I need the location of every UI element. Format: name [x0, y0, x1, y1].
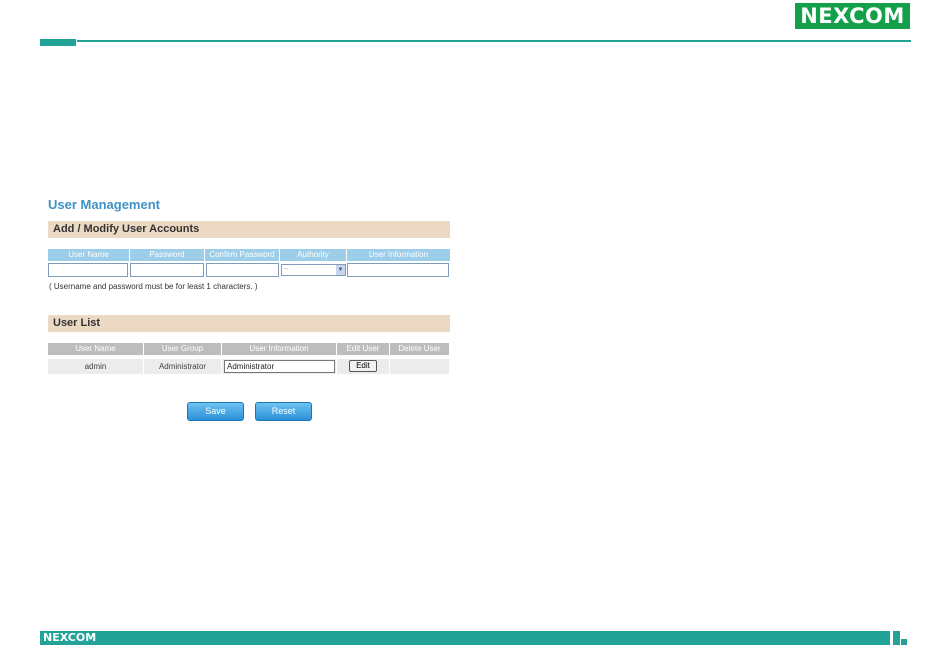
list-header-edit-user: Edit User: [337, 343, 389, 355]
edit-user-button[interactable]: Edit: [349, 360, 377, 372]
list-header-user-group: User Group: [144, 343, 221, 355]
chevron-down-icon[interactable]: ▼: [336, 265, 345, 275]
row-delete-cell: [390, 359, 449, 374]
col-header-confirm-password: Confirm Password: [205, 249, 279, 261]
list-header-delete-user: Delete User: [390, 343, 449, 355]
page-title: User Management: [48, 197, 160, 212]
col-header-authority: Authority: [280, 249, 346, 261]
col-header-password: Password: [130, 249, 204, 261]
password-input[interactable]: [130, 263, 204, 277]
validation-note: ( Username and password must be for leas…: [49, 282, 258, 291]
col-header-user-information: User Information: [347, 249, 450, 261]
header-rule: [77, 40, 911, 42]
user-information-input[interactable]: [347, 263, 449, 277]
reset-button[interactable]: Reset: [255, 402, 312, 421]
save-button[interactable]: Save: [187, 402, 244, 421]
list-header-user-information: User Information: [222, 343, 336, 355]
add-modify-section-header: Add / Modify User Accounts: [48, 221, 450, 238]
footer-nexcom-logo: NEXCOM: [43, 631, 97, 644]
footer-bar: NEXCOM: [40, 631, 890, 645]
authority-select[interactable]: -- ▼: [281, 264, 346, 276]
authority-select-value: --: [284, 266, 289, 273]
corner-squares-icon: [893, 631, 911, 645]
user-name-input[interactable]: [48, 263, 128, 277]
confirm-password-input[interactable]: [206, 263, 279, 277]
nexcom-logo: NEXCOM: [795, 3, 910, 29]
header-accent: [40, 39, 76, 46]
row-user-group: Administrator: [144, 359, 221, 374]
col-header-user-name: User Name: [48, 249, 129, 261]
row-user-name: admin: [48, 359, 143, 374]
list-header-user-name: User Name: [48, 343, 143, 355]
row-user-information-input[interactable]: Administrator: [224, 360, 335, 373]
user-list-section-header: User List: [48, 315, 450, 332]
